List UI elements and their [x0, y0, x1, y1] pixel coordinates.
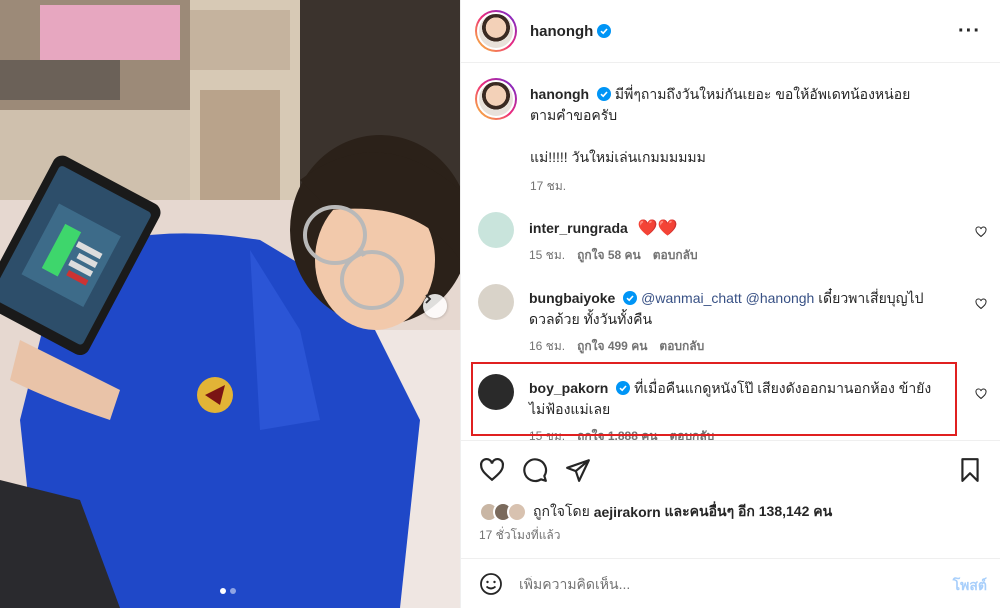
carousel-dot — [230, 588, 236, 594]
comment-likes[interactable]: ถูกใจ 499 คน — [577, 336, 647, 357]
verified-badge-icon — [623, 291, 638, 305]
comment-likes[interactable]: ถูกใจ 58 คน — [577, 245, 641, 266]
caption-author-avatar[interactable] — [475, 78, 517, 120]
comment-text-line2: ไม่ฟ้องแม่เลย — [529, 401, 611, 417]
commenter-avatar[interactable] — [478, 284, 514, 320]
comment-text-line1: เดี๋ยวพาเสี่ยบุญไป — [818, 290, 924, 306]
comment-reply-button[interactable]: ตอบกลับ — [653, 245, 698, 266]
caption-text-line2: ตามคำขอครับ — [530, 107, 618, 123]
comment-mention[interactable]: @hanongh — [746, 290, 815, 306]
verified-badge-icon — [597, 24, 612, 38]
post-actions: ถูกใจโดย aejirakorn และคนอื่นๆ อีก 138,1… — [461, 440, 1000, 570]
more-options-icon[interactable]: ··· — [958, 20, 981, 43]
comment-time[interactable]: 15 ชม. — [529, 426, 565, 440]
comment-time[interactable]: 15 ชม. — [529, 245, 565, 266]
carousel-next-button[interactable] — [423, 294, 447, 318]
caption: hanongh มีพี่ๆถามถึงวันใหม่กันเยอะ ขอให้… — [475, 78, 987, 197]
caption-username[interactable]: hanongh — [530, 86, 589, 102]
photo-illustration — [0, 0, 460, 608]
commenter-avatar[interactable] — [478, 374, 514, 410]
caption-text-line1: มีพี่ๆถามถึงวันใหม่กันเยอะ ขอให้อัพเดทน้… — [614, 86, 911, 102]
comment-username[interactable]: inter_rungrada — [529, 220, 628, 236]
comment-item: inter_rungrada ❤️❤️ 15 ชม. ถูกใจ 58 คน ต… — [475, 212, 987, 266]
likes-summary[interactable]: ถูกใจโดย aejirakorn และคนอื่นๆ อีก 138,1… — [479, 501, 832, 523]
comment-text-line2: ดวลด้วย ทั้งวันทั้งคืน — [529, 311, 653, 327]
comment-item: boy_pakorn ที่เมื่อคืนแกดูหนังโป๊ เสียงด… — [475, 374, 987, 440]
chevron-right-icon — [425, 294, 432, 304]
post-detail-panel: hanongh ··· hanongh มีพี่ๆถามถึงวันใหม่ก… — [460, 0, 1000, 608]
liker-avatar — [507, 502, 527, 522]
likes-prefix: ถูกใจโดย — [533, 503, 590, 519]
comment-item: bungbaiyoke @wanmai_chatt @hanongh เดี๋ย… — [475, 284, 987, 357]
like-heart-icon[interactable] — [479, 457, 505, 483]
commenter-avatar[interactable] — [478, 212, 514, 248]
carousel-dot-active — [220, 588, 226, 594]
comment-reply-button[interactable]: ตอบกลับ — [659, 336, 704, 357]
likes-count[interactable]: และคนอื่นๆ อีก 138,142 คน — [665, 501, 833, 523]
author-username[interactable]: hanongh — [530, 23, 593, 40]
comments-list[interactable]: hanongh มีพี่ๆถามถึงวันใหม่กันเยอะ ขอให้… — [461, 64, 1000, 440]
comment-input[interactable] — [519, 575, 919, 592]
comment-bubble-icon[interactable] — [522, 457, 548, 483]
comment-like-heart-icon[interactable] — [975, 226, 987, 238]
comment-text-line1: ที่เมื่อคืนแกดูหนังโป๊ เสียงดังออกมานอกห… — [634, 380, 932, 396]
verified-badge-icon — [597, 87, 611, 101]
comment-username[interactable]: boy_pakorn — [529, 380, 608, 396]
caption-text-line3: แม่!!!!! วันใหม่เล่นเกมมมมมม — [530, 149, 706, 165]
comment-like-heart-icon[interactable] — [975, 298, 987, 310]
likes-user[interactable]: aejirakorn — [594, 504, 661, 520]
emoji-icon[interactable] — [479, 572, 503, 596]
comment-reply-button[interactable]: ตอบกลับ — [669, 426, 714, 440]
carousel-indicator — [220, 588, 236, 594]
author-avatar[interactable] — [475, 10, 517, 52]
verified-badge-icon — [616, 381, 631, 395]
comment-text: ❤️❤️ — [637, 220, 678, 237]
caption-time[interactable]: 17 ชม. — [530, 176, 566, 197]
share-send-icon[interactable] — [565, 457, 591, 483]
comment-mention[interactable]: @wanmai_chatt — [641, 290, 742, 306]
comment-like-heart-icon[interactable] — [975, 388, 987, 400]
post-header: hanongh ··· — [461, 0, 1000, 63]
post-photo[interactable] — [0, 0, 460, 608]
save-bookmark-icon[interactable] — [957, 457, 983, 483]
post-timestamp[interactable]: 17 ชั่วโมงที่แล้ว — [479, 526, 561, 545]
comment-likes[interactable]: ถูกใจ 1,888 คน — [577, 426, 657, 440]
comment-username[interactable]: bungbaiyoke — [529, 290, 615, 306]
comment-time[interactable]: 16 ชม. — [529, 336, 565, 357]
post-comment-button[interactable]: โพสต์ — [953, 575, 987, 597]
add-comment-bar: โพสต์ — [461, 558, 1000, 608]
